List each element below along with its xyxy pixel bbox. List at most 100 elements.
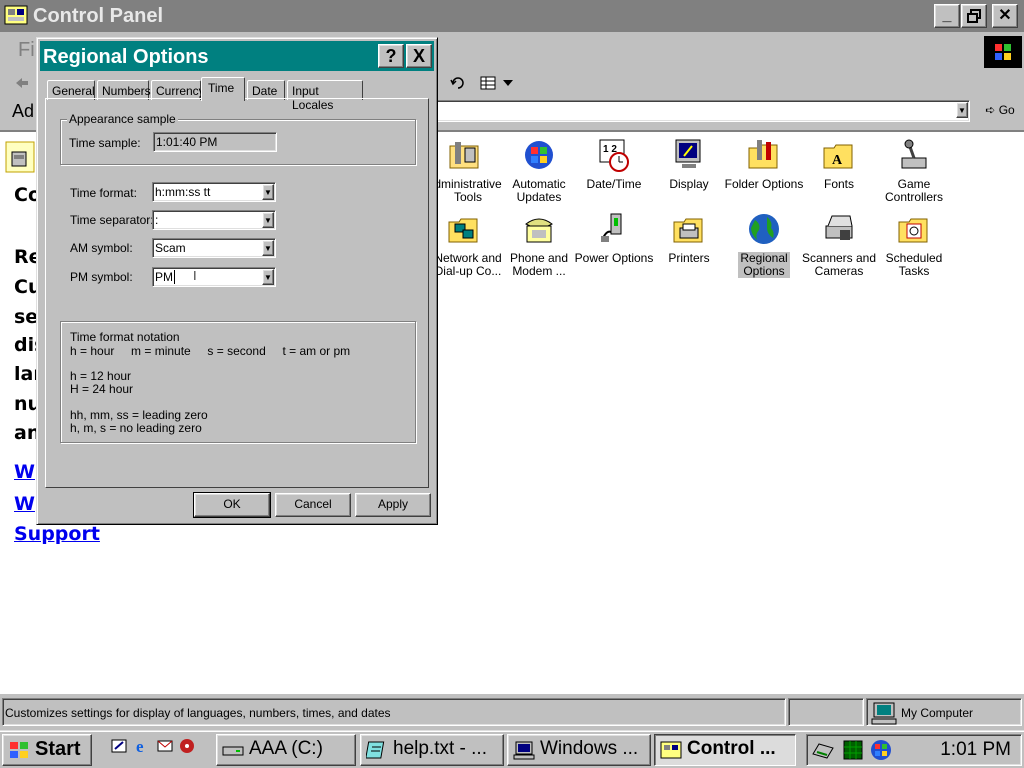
close-button[interactable]: ✕	[992, 4, 1018, 28]
svg-text:A: A	[832, 153, 843, 168]
scanner-icon	[825, 215, 853, 240]
icon-regional-options[interactable]: Regional Options	[724, 212, 804, 278]
icon-label: Printers	[668, 251, 710, 265]
folder-options-icon	[748, 140, 778, 169]
address-dropdown-button[interactable]: ▼	[956, 102, 968, 118]
printer-folder-icon	[673, 218, 703, 243]
window-titlebar[interactable]: Control Panel _ ✕	[0, 0, 1024, 32]
task-button-help-txt[interactable]: help.txt - ...	[360, 734, 504, 766]
icon-label: Automatic Updates	[512, 177, 566, 204]
time-format-combo[interactable]: h:mm:ss tt ▼	[152, 182, 276, 202]
tab-general[interactable]: General	[47, 80, 95, 100]
icon-scanners-and-cameras[interactable]: Scanners and Cameras	[799, 212, 879, 278]
time-format-dropdown-button[interactable]: ▼	[262, 184, 274, 200]
icon-game-controllers[interactable]: Game Controllers	[874, 138, 954, 204]
tab-currency[interactable]: Currency	[151, 80, 205, 100]
cancel-button[interactable]: Cancel	[275, 493, 351, 517]
time-separator-value: :	[155, 213, 159, 227]
support-link[interactable]: Support	[14, 523, 100, 545]
notation-line: h = hour m = minute s = second t = am or…	[70, 344, 351, 358]
notation-line: h, m, s = no leading zero	[70, 421, 202, 435]
notation-title: Time format notation	[70, 330, 180, 344]
views-icon[interactable]	[480, 75, 498, 91]
icon-fonts[interactable]: A Fonts	[799, 138, 879, 191]
tab-numbers[interactable]: Numbers	[97, 80, 151, 100]
chevron-down-icon: ▼	[958, 106, 966, 115]
tab-date[interactable]: Date	[247, 80, 285, 100]
go-button[interactable]: ➪ Go	[978, 100, 1022, 122]
chevron-down-icon: ▼	[264, 273, 272, 282]
icon-label: dministrative Tools	[434, 177, 502, 204]
scheduled-tasks-folder-icon	[898, 218, 928, 243]
text-cursor	[174, 270, 175, 284]
chevron-down-icon: ▼	[264, 188, 272, 197]
computer-icon	[513, 741, 535, 760]
dialog-titlebar[interactable]: Regional Options ? X	[40, 41, 434, 71]
task-button-aaa-drive[interactable]: AAA (C:)	[216, 734, 356, 766]
close-icon: X	[412, 46, 425, 66]
left-pane-link[interactable]: W	[14, 493, 35, 515]
am-symbol-dropdown-button[interactable]: ▼	[262, 240, 274, 256]
time-separator-label: Time separator:	[70, 213, 154, 227]
status-bar: Customizes settings for display of langu…	[0, 696, 1024, 728]
fonts-folder-icon: A	[823, 144, 853, 169]
icon-label: Regional Options	[738, 251, 790, 278]
task-label: Windows ...	[540, 738, 639, 759]
menu-file[interactable]: Fi	[18, 39, 35, 62]
pm-symbol-label: PM symbol:	[70, 270, 133, 284]
am-symbol-combo[interactable]: Scam ▼	[152, 238, 276, 258]
back-arrow-icon[interactable]	[14, 75, 30, 91]
appearance-sample-legend: Appearance sample	[67, 112, 178, 126]
media-player-icon[interactable]	[178, 737, 196, 755]
outlook-express-icon[interactable]	[156, 737, 174, 755]
pm-symbol-value: PM	[155, 270, 173, 284]
icon-power-options[interactable]: Power Options	[574, 212, 654, 265]
system-tray: 1:01 PM	[806, 734, 1022, 766]
ok-button[interactable]: OK	[193, 492, 271, 518]
windows-update-tray-icon[interactable]	[869, 738, 893, 762]
close-icon: ✕	[998, 7, 1012, 24]
svg-text:e: e	[136, 737, 144, 755]
task-button-windows[interactable]: Windows ...	[507, 734, 651, 766]
dialog-close-button[interactable]: X	[406, 44, 432, 68]
go-label: Go	[998, 103, 1015, 117]
icon-printers[interactable]: Printers	[649, 212, 729, 265]
pm-symbol-combo[interactable]: PM I ▼	[152, 267, 276, 287]
pm-symbol-dropdown-button[interactable]: ▼	[262, 269, 274, 285]
clock: 1:01 PM	[940, 739, 1011, 760]
network-tray-icon[interactable]	[841, 738, 865, 762]
chevron-down-icon: ▼	[264, 244, 272, 253]
apply-button[interactable]: Apply	[355, 493, 431, 517]
windows-logo	[984, 36, 1022, 68]
scanner-tray-icon[interactable]	[811, 738, 835, 762]
icon-display[interactable]: Display	[649, 138, 729, 191]
notation-line: hh, mm, ss = leading zero	[70, 408, 208, 422]
views-dropdown-icon[interactable]	[503, 80, 513, 86]
minimize-button[interactable]: _	[934, 4, 960, 28]
tab-input-locales[interactable]: Input Locales	[287, 80, 363, 112]
undo-icon[interactable]	[450, 75, 466, 91]
icon-automatic-updates[interactable]: Automatic Updates	[499, 138, 579, 204]
start-button[interactable]: Start	[2, 734, 92, 766]
notation-line: H = 24 hour	[70, 382, 134, 396]
time-format-label: Time format:	[70, 186, 137, 200]
left-pane-link[interactable]: W	[14, 461, 35, 483]
time-tab-panel: Appearance sample Time sample: 1:01:40 P…	[45, 98, 429, 488]
taskbar: Start e AAA (C:) help.txt - ... Windows …	[0, 730, 1024, 768]
tab-time[interactable]: Time	[201, 77, 245, 101]
administrative-tools-icon	[449, 142, 479, 169]
time-separator-combo[interactable]: : ▼	[152, 210, 276, 230]
time-separator-dropdown-button[interactable]: ▼	[262, 212, 274, 228]
phone-icon	[525, 218, 553, 243]
calendar-clock-icon: 1 2	[599, 139, 629, 172]
i-beam-cursor-icon: I	[193, 268, 197, 283]
icon-date-time[interactable]: 1 2 Date/Time	[574, 138, 654, 191]
icon-phone-and-modem[interactable]: Phone and Modem ...	[499, 212, 579, 278]
icon-scheduled-tasks[interactable]: Scheduled Tasks	[874, 212, 954, 278]
maximize-button[interactable]	[961, 4, 987, 28]
internet-explorer-icon[interactable]: e	[134, 737, 152, 755]
icon-folder-options[interactable]: Folder Options	[724, 138, 804, 191]
task-button-control-panel[interactable]: Control ...	[654, 734, 796, 766]
help-button[interactable]: ?	[378, 44, 404, 68]
show-desktop-icon[interactable]	[110, 737, 128, 755]
